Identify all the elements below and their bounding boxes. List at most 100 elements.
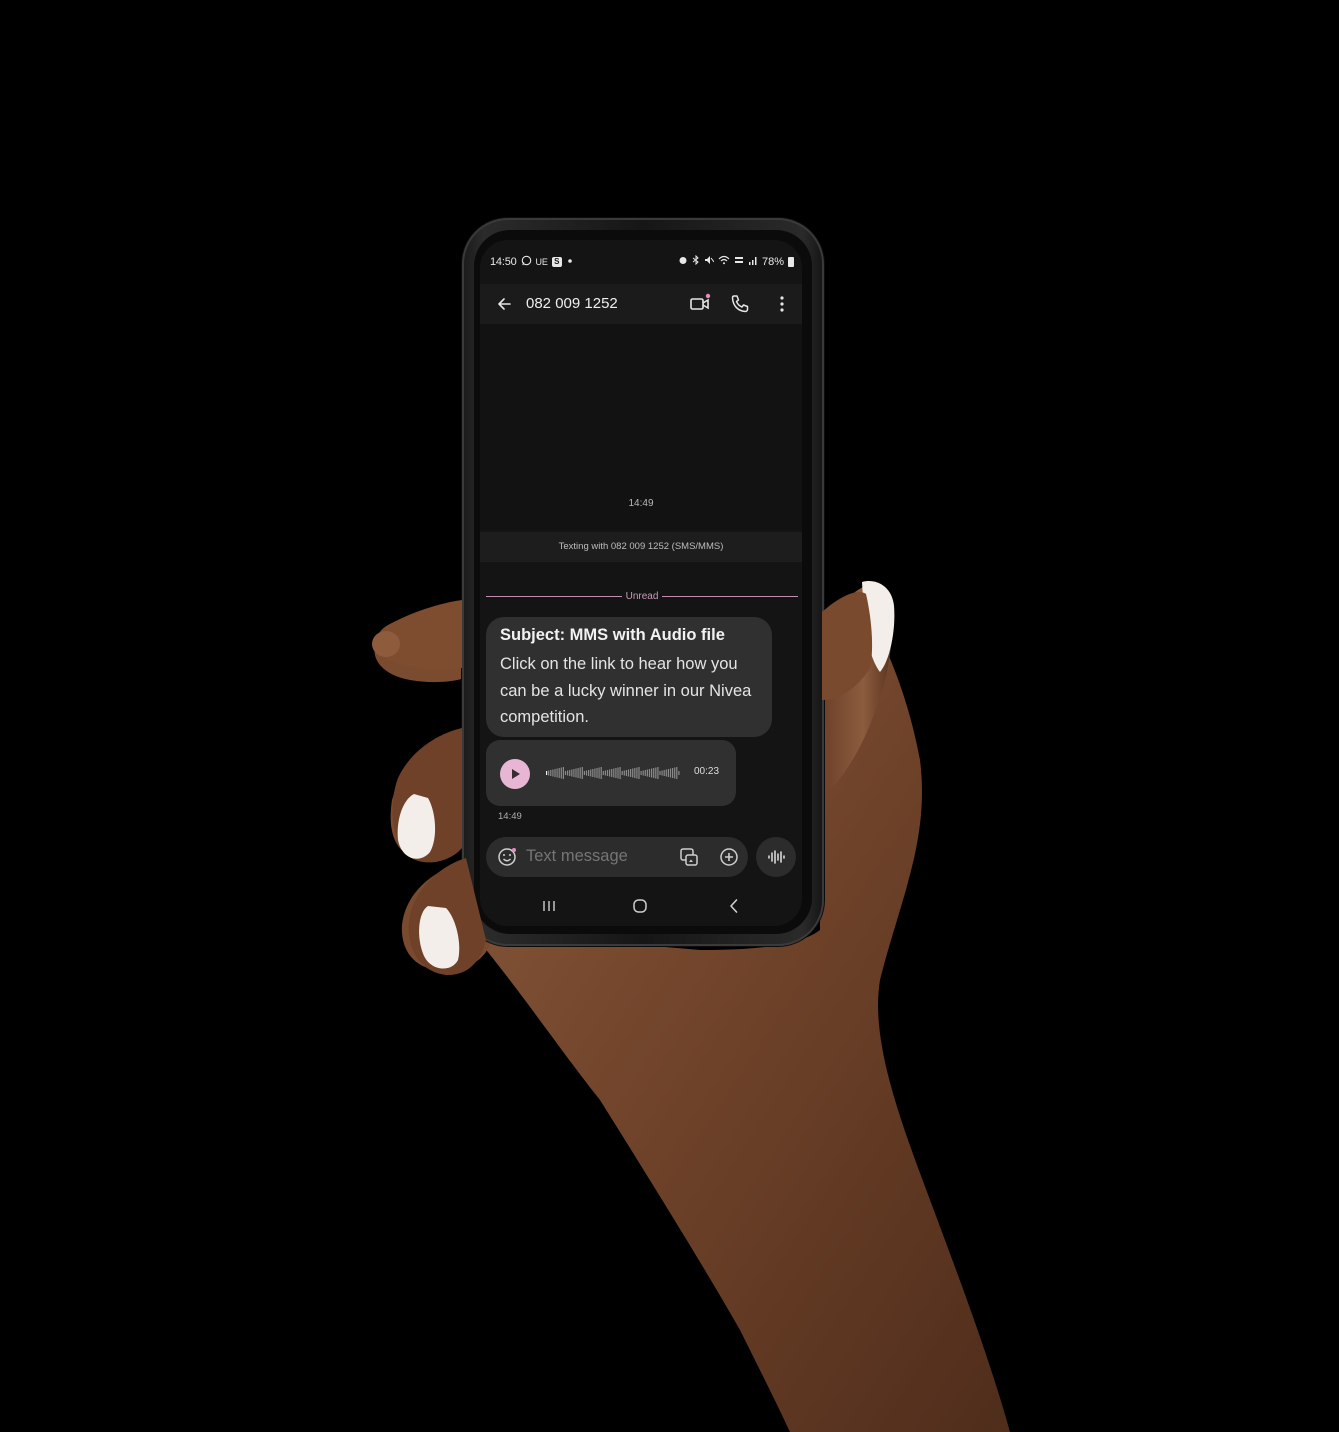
waveform-bar [632,768,634,778]
contact-title: 082 009 1252 [526,295,618,312]
gallery-icon[interactable] [678,846,700,868]
app-bar: 082 009 1252 [480,284,802,324]
whatsapp-icon [521,255,532,269]
ue-indicator: UE [535,256,548,267]
waveform-bar [672,768,674,778]
waveform-bar [613,768,615,778]
home-icon[interactable] [630,896,650,916]
more-vert-icon[interactable] [770,292,794,316]
waveform-bar [657,767,659,779]
waveform-mic-icon [768,850,785,864]
battery-percent: 78% [761,255,784,268]
texting-banner: Texting with 082 009 1252 (SMS/MMS) [480,532,802,562]
waveform-bar [596,768,598,778]
battery-icon [788,256,794,267]
waveform-bar [653,768,655,778]
waveform-bar [625,770,627,776]
alarm-icon [678,255,688,268]
recents-icon[interactable] [538,898,560,914]
waveform-bar [552,769,554,777]
waveform-bar [655,767,657,779]
waveform-bar [634,768,636,778]
waveform-bar [579,767,581,779]
stage: 14:50 UE S 78% 082 009 1252 14:49 Textin… [0,0,1339,1432]
video-call-icon[interactable] [688,292,712,316]
phone-call-icon[interactable] [728,292,752,316]
audio-attachment[interactable]: 00:23 [486,740,736,806]
phone-screen: 14:50 UE S 78% 082 009 1252 14:49 Textin… [480,240,802,926]
nav-back-icon[interactable] [724,896,744,916]
lte-icon [734,255,744,268]
waveform-bar [571,769,573,777]
waveform-bar [577,768,579,778]
message-subject: Subject: MMS with Audio file [500,626,725,644]
waveform-bar [567,770,569,776]
waveform-bar [640,771,642,775]
waveform-bar [642,770,644,776]
waveform-bar [674,767,676,779]
notification-dot-icon [566,256,574,268]
waveform-bar [648,769,651,777]
waveform-bar [558,768,560,778]
message-body: Click on the link to hear how you can be… [500,655,752,726]
waveform-bar [617,767,619,779]
waveform-bar [661,770,663,776]
waveform-bar [583,771,585,775]
waveform-bar [611,769,613,777]
waveform-bar [550,770,552,776]
waveform-bar [636,767,638,779]
waveform-bar [619,767,621,779]
status-right: 78% [678,254,794,268]
waveform-bar [665,769,667,777]
waveform-bar [627,769,630,777]
waveform-bar [575,768,577,778]
wifi-icon [718,255,730,268]
waveform-bar [669,768,672,778]
waveform-bar [646,769,648,777]
waveform-bar [573,769,575,777]
waveform-bar [585,770,588,776]
waveform-bar [644,770,646,776]
message-bubble[interactable]: Subject: MMS with Audio file Click on th… [486,617,772,737]
waveform-bar [562,767,564,779]
waveform-bar [554,769,556,777]
waveform-bar [630,769,632,777]
waveform-bar [621,771,623,775]
waveform-bar [638,767,640,779]
audio-waveform[interactable] [546,766,680,780]
emoji-icon[interactable] [496,846,518,868]
s-app-icon: S [551,257,562,267]
waveform-bar [667,769,669,777]
waveform-bar [590,769,592,777]
waveform-bar [598,767,600,779]
waveform-bar [615,768,617,778]
waveform-bar [594,768,596,778]
unread-line-right [662,596,798,597]
waveform-bar [606,770,609,776]
voice-message-button[interactable] [756,837,796,877]
waveform-bar [659,771,661,775]
waveform-bar [581,767,583,779]
bluetooth-icon [692,254,700,268]
navigation-bar [480,886,802,926]
waveform-bar [651,768,653,778]
waveform-bar [569,770,571,776]
play-icon [512,769,520,779]
waveform-bar [548,770,550,776]
back-arrow-icon[interactable] [492,292,516,316]
waveform-bar [609,769,611,777]
waveform-bar [592,769,594,777]
waveform-bar [600,767,602,779]
status-bar: 14:50 UE S 78% [480,240,802,284]
compose-bar [486,837,748,877]
play-button[interactable] [500,759,530,789]
signal-icon [748,255,758,268]
add-attachment-icon[interactable] [718,846,740,868]
waveform-bar [556,768,558,778]
waveform-bar [676,767,678,779]
message-input[interactable] [526,847,666,866]
waveform-bar [588,770,590,776]
message-time: 14:49 [498,811,522,822]
status-left: 14:50 UE S [490,255,574,269]
waveform-bar [678,771,680,775]
